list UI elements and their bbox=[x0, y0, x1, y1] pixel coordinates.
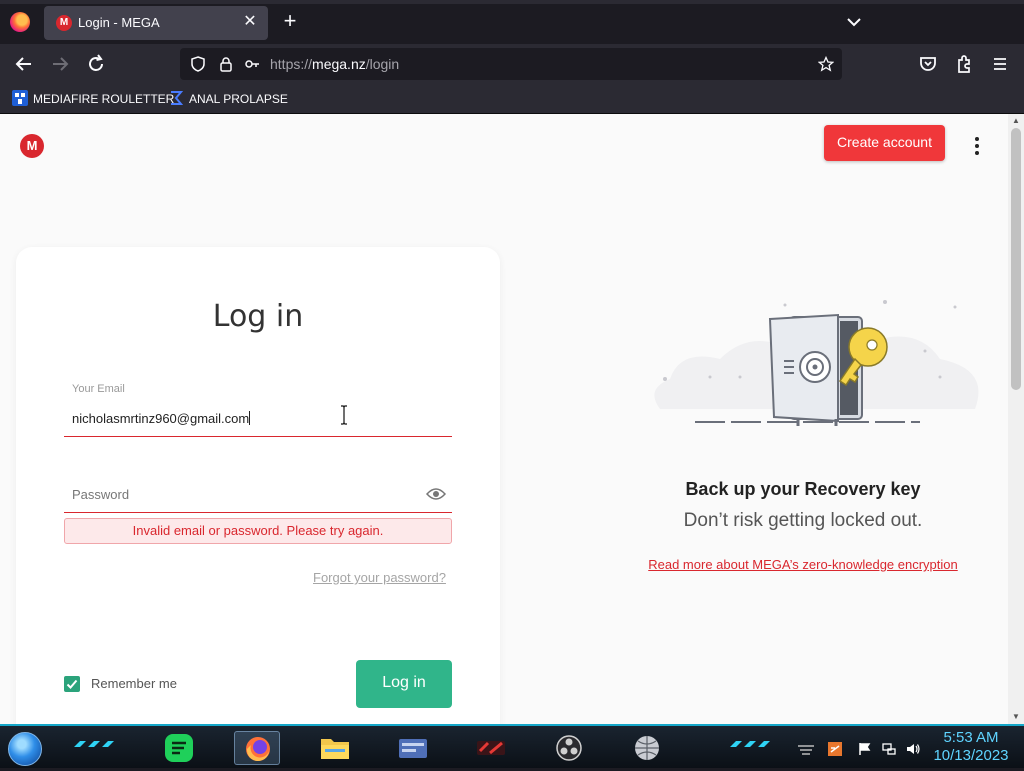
app-tray-icon[interactable] bbox=[828, 742, 842, 756]
bookmark-second[interactable]: ANAL PROLAPSE bbox=[168, 90, 288, 108]
taskbar-decoration-icon bbox=[74, 741, 114, 747]
reload-icon[interactable] bbox=[84, 52, 108, 76]
login-button[interactable]: Log in bbox=[356, 660, 452, 708]
safe-with-key-illustration bbox=[654, 300, 979, 426]
bookmark-mediafire-rouletter[interactable]: MEDIAFIRE ROULETTER bbox=[12, 90, 174, 108]
forgot-password-link[interactable]: Forgot your password? bbox=[313, 570, 446, 585]
mega-favicon-icon: M bbox=[56, 15, 72, 31]
globe-pro-icon bbox=[635, 736, 659, 760]
action-center-flag-icon[interactable] bbox=[858, 742, 872, 756]
game-app-icon bbox=[477, 741, 505, 755]
encryption-info-link[interactable]: Read more about MEGA’s zero-knowledge en… bbox=[600, 557, 1006, 572]
network-icon[interactable] bbox=[882, 742, 896, 756]
bookmark-star-icon[interactable] bbox=[818, 56, 834, 72]
taskbar-app-firefox[interactable] bbox=[234, 731, 280, 765]
volume-icon[interactable] bbox=[906, 742, 920, 756]
taskbar-app-pro[interactable] bbox=[624, 731, 670, 765]
browser-nav-bar: https://mega.nz/login bbox=[0, 44, 1024, 84]
desktop-toolbar-icon[interactable] bbox=[796, 742, 816, 756]
list-all-tabs-icon[interactable] bbox=[842, 10, 866, 34]
sigma-favicon-icon bbox=[171, 91, 184, 105]
pocket-icon[interactable] bbox=[916, 52, 940, 76]
extensions-icon[interactable] bbox=[952, 52, 976, 76]
back-arrow-icon[interactable] bbox=[12, 52, 36, 76]
shield-icon[interactable] bbox=[190, 56, 206, 72]
start-button-icon[interactable] bbox=[8, 732, 42, 766]
remember-me-label[interactable]: Remember me bbox=[91, 676, 177, 691]
tab-bar-top-strip bbox=[0, 0, 1024, 4]
email-field-underline bbox=[64, 436, 452, 437]
recovery-key-title: Back up your Recovery key bbox=[685, 479, 921, 499]
taskbar-clock-date[interactable]: 10/13/2023 bbox=[930, 747, 1012, 764]
recovery-key-subtitle: Don’t risk getting locked out. bbox=[683, 510, 923, 531]
taskbar-app-spotify[interactable] bbox=[156, 731, 202, 765]
text-cursor-icon bbox=[341, 405, 347, 425]
window-app-icon bbox=[399, 739, 427, 758]
mediafire-favicon-icon bbox=[12, 90, 28, 106]
login-card: Log in Your Email nicholasmrtinz960@gmai… bbox=[16, 247, 500, 724]
password-field-underline bbox=[64, 512, 452, 513]
page-scrollbar[interactable]: ▲ ▼ bbox=[1008, 114, 1024, 724]
taskbar-app-control-panel[interactable] bbox=[390, 731, 436, 765]
bookmark-label: MEDIAFIRE ROULETTER bbox=[33, 92, 175, 106]
login-error-message: Invalid email or password. Please try ag… bbox=[64, 518, 452, 544]
address-bar[interactable]: https://mega.nz/login bbox=[180, 48, 842, 80]
more-options-icon[interactable] bbox=[970, 134, 984, 156]
hamburger-menu-icon[interactable] bbox=[988, 52, 1012, 76]
email-field[interactable]: nicholasmrtinz960@gmail.com bbox=[72, 411, 251, 426]
taskbar-app-obs[interactable] bbox=[546, 731, 592, 765]
bookmarks-toolbar: MEDIAFIRE ROULETTER ANAL PROLAPSE bbox=[0, 84, 1024, 114]
tab-title: Login - MEGA bbox=[78, 15, 160, 30]
text-caret bbox=[249, 411, 251, 425]
url-text[interactable]: https://mega.nz/login bbox=[270, 56, 399, 72]
lock-icon[interactable] bbox=[218, 56, 234, 72]
email-field-label: Your Email bbox=[72, 383, 125, 395]
new-tab-icon[interactable]: + bbox=[278, 9, 302, 33]
remember-me-checkbox[interactable] bbox=[64, 676, 80, 692]
obs-icon bbox=[556, 735, 582, 761]
password-field[interactable]: Password bbox=[72, 487, 129, 502]
tab-close-icon[interactable]: ✕ bbox=[240, 12, 260, 32]
bookmark-label: ANAL PROLAPSE bbox=[189, 92, 288, 106]
login-title: Log in bbox=[212, 299, 304, 334]
taskbar-decoration-icon bbox=[730, 741, 770, 747]
taskbar-clock-time[interactable]: 5:53 AM bbox=[930, 729, 1012, 746]
forward-arrow-icon[interactable] bbox=[48, 52, 72, 76]
tab-login-mega[interactable]: M Login - MEGA ✕ bbox=[44, 6, 268, 40]
folder-icon bbox=[321, 739, 349, 759]
taskbar-app-file-explorer[interactable] bbox=[312, 731, 358, 765]
scrollbar-thumb[interactable] bbox=[1011, 128, 1021, 390]
scroll-up-arrow-icon[interactable]: ▲ bbox=[1012, 117, 1020, 125]
browser-tab-bar: M Login - MEGA ✕ + bbox=[0, 0, 1024, 44]
show-password-eye-icon[interactable] bbox=[426, 487, 446, 501]
create-account-button[interactable]: Create account bbox=[824, 125, 945, 161]
mega-logo[interactable]: M bbox=[20, 134, 44, 158]
scroll-down-arrow-icon[interactable]: ▼ bbox=[1012, 713, 1020, 721]
windows-taskbar: 5:53 AM 10/13/2023 bbox=[0, 724, 1024, 768]
key-icon[interactable] bbox=[244, 56, 260, 72]
mega-login-page: M Create account Log in Your Email nicho… bbox=[0, 114, 1008, 724]
firefox-menu-icon[interactable] bbox=[10, 12, 30, 32]
taskbar-app-game[interactable] bbox=[468, 731, 514, 765]
firefox-icon bbox=[246, 737, 270, 762]
green-app-icon bbox=[165, 734, 193, 762]
